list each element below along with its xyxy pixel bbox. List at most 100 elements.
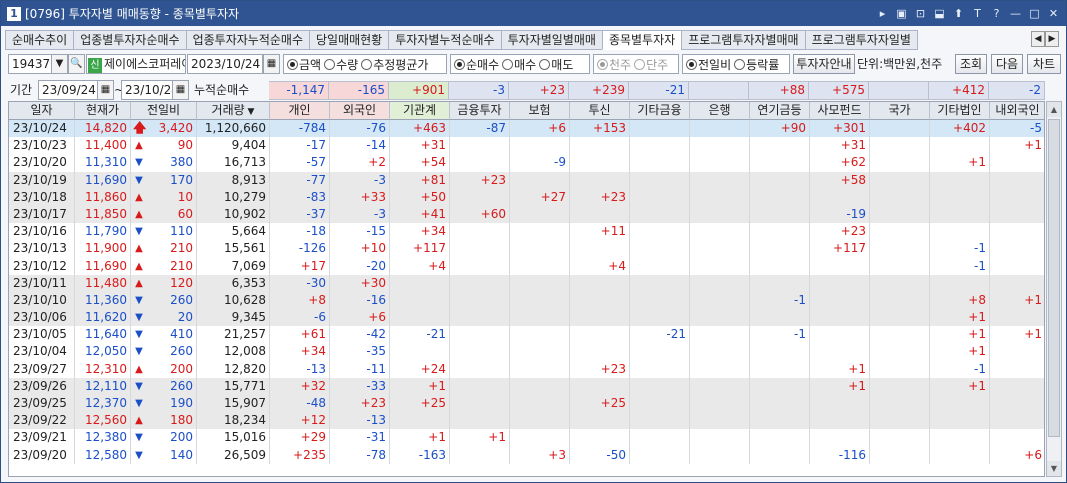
menu-icon[interactable]: ▸ bbox=[874, 5, 891, 22]
column-header[interactable]: 금융투자 bbox=[450, 102, 510, 120]
chart-button[interactable]: 차트 bbox=[1027, 54, 1061, 74]
scroll-down-icon[interactable]: ▼ bbox=[1047, 461, 1061, 476]
table-row[interactable]: 23/10/11 11,480 ▲ 120 6,353 -30 +30 bbox=[9, 274, 1044, 292]
tab-8[interactable]: 프로그램투자자별매매 bbox=[681, 30, 805, 50]
table-row[interactable]: 23/10/19 11,690 ▼ 170 8,913 -77 -3 +81 +23 +58 bbox=[9, 171, 1044, 189]
tab-4[interactable]: 당일매매현황 bbox=[308, 30, 389, 50]
period-to-calendar-icon[interactable]: ▦ bbox=[172, 80, 189, 100]
tab-5[interactable]: 투자자별누적순매수 bbox=[388, 30, 501, 50]
column-header[interactable]: 기관계 bbox=[390, 102, 450, 120]
table-row[interactable]: 23/09/27 12,310 ▲ 200 12,820 -13 -11 +24 +23 +1 -1 bbox=[9, 360, 1044, 378]
column-header[interactable]: 사모펀드 bbox=[810, 102, 870, 120]
change-value: 200 bbox=[170, 361, 193, 376]
search-icon[interactable]: 🔍 bbox=[68, 54, 85, 74]
tab-1[interactable]: 순매수추이 bbox=[5, 30, 74, 50]
scroll-up-icon[interactable]: ▲ bbox=[1047, 102, 1061, 117]
table-row[interactable]: 23/10/18 11,860 ▲ 10 10,279 -83 +33 +50 +27 +23 bbox=[9, 188, 1044, 206]
change-radio-2[interactable]: 등락률 bbox=[734, 56, 779, 73]
table-row[interactable]: 23/10/17 11,850 ▲ 60 10,902 -37 -3 +41 +60 -19 bbox=[9, 205, 1044, 224]
change-radio-1[interactable]: 전일비 bbox=[686, 56, 731, 73]
tab-2[interactable]: 업종별투자자순매수 bbox=[73, 30, 186, 50]
column-header[interactable]: 전일비 bbox=[131, 102, 197, 120]
change-cell: ▲ 200 bbox=[131, 360, 197, 378]
summary-cell: +23 bbox=[509, 81, 569, 100]
column-header[interactable]: 국가 bbox=[870, 102, 930, 120]
investor-trade-table[interactable]: 일자 현재가 전일비 거래량 ▼ 개인 외국인 기관계 금융투자 보험 투신 기타금융 은행 연기금등 사… bbox=[8, 101, 1045, 477]
unit-label: 단위:백만원,천주 bbox=[857, 57, 943, 71]
column-header[interactable]: 외국인 bbox=[330, 102, 390, 120]
change-cell: ▼ 260 bbox=[131, 291, 197, 310]
layout-icon[interactable]: ▣ bbox=[893, 5, 910, 22]
period-to-input[interactable]: 23/10/24 bbox=[121, 80, 173, 100]
scroll-thumb[interactable] bbox=[1048, 119, 1060, 437]
unit-radio-1[interactable]: 금액 bbox=[287, 56, 321, 73]
vertical-scrollbar[interactable]: ▲ ▼ bbox=[1046, 101, 1062, 477]
pin-icon[interactable]: ⬆ bbox=[950, 5, 967, 22]
stock-code-input[interactable]: 194370 bbox=[8, 54, 54, 74]
split-icon[interactable]: ⬓ bbox=[931, 5, 948, 22]
table-row[interactable]: 23/10/05 11,640 ▼ 410 21,257 +61 -42 -21 -21 -1 +1… bbox=[9, 326, 1044, 344]
up-triangle-icon: ▲ bbox=[135, 415, 143, 427]
table-row[interactable]: 23/10/13 11,900 ▲ 210 15,561 -126 +10 +117 +117-… bbox=[9, 240, 1044, 258]
column-header[interactable]: 일자 bbox=[9, 102, 75, 120]
volume-cell: 18,234 bbox=[197, 412, 270, 430]
sort-desc-icon[interactable]: ▼ bbox=[245, 107, 255, 117]
investor-value-cell: -13 bbox=[270, 360, 330, 378]
maximize-icon[interactable]: □ bbox=[1026, 5, 1043, 22]
stock-code-dropdown-icon[interactable]: ▼ bbox=[51, 54, 68, 74]
tab-3[interactable]: 업종투자자누적순매수 bbox=[185, 30, 309, 50]
table-row[interactable]: 23/10/16 11,790 ▼ 110 5,664 -18 -15 +34 +11 +23 bbox=[9, 223, 1044, 241]
unit-radio-3[interactable]: 추정평균가 bbox=[361, 56, 428, 73]
font-icon[interactable]: T bbox=[969, 5, 986, 22]
share-radio-1[interactable]: 천주 bbox=[597, 56, 631, 73]
tab-7[interactable]: 종목별투자자 bbox=[601, 30, 682, 50]
table-row[interactable]: 23/09/21 12,380 ▼ 200 15,016 +29 -31 +1 +1 bbox=[9, 429, 1044, 447]
column-header[interactable]: 보험 bbox=[510, 102, 570, 120]
tab-prev-icon[interactable]: ◀ bbox=[1031, 31, 1045, 47]
table-row[interactable]: 23/10/06 11,620 ▼ 20 9,345 -6 +6 +1 bbox=[9, 309, 1044, 327]
share-radio-2[interactable]: 단주 bbox=[634, 56, 668, 73]
tab-9[interactable]: 프로그램투자자일별 bbox=[804, 30, 918, 50]
investor-value-cell bbox=[690, 205, 750, 224]
table-row[interactable]: 23/10/23 11,400 ▲ 90 9,404 -17 -14 +31 +31 +1 bbox=[9, 137, 1044, 155]
close-icon[interactable]: ✕ bbox=[1045, 5, 1062, 22]
table-row[interactable]: 23/10/24 14,820 🡅 3,420 1,120,660 -784 -76 +463… bbox=[9, 120, 1044, 138]
next-button[interactable]: 다음 bbox=[991, 54, 1023, 74]
query-date-input[interactable]: 2023/10/24 bbox=[187, 54, 263, 74]
table-row[interactable]: 23/10/20 11,310 ▼ 380 16,713 -57 +2 +54 -9 +62 +1 bbox=[9, 154, 1044, 172]
column-header[interactable]: 내외국인 bbox=[990, 102, 1044, 120]
tab-next-icon[interactable]: ▶ bbox=[1045, 31, 1059, 47]
period-from-input[interactable]: 23/09/24 bbox=[38, 80, 98, 100]
column-header[interactable]: 투신 bbox=[570, 102, 630, 120]
table-row[interactable]: 23/09/22 12,560 ▲ 180 18,234 +12 -13 bbox=[9, 412, 1044, 430]
table-row[interactable]: 23/10/10 11,360 ▼ 260 10,628 +8 -16 -1 +8 +1 bbox=[9, 291, 1044, 310]
tab-6[interactable]: 투자자별일별매매 bbox=[500, 30, 602, 50]
table-row[interactable]: 23/10/12 11,690 ▲ 210 7,069 +17 -20 +4 +4 -1 bbox=[9, 257, 1044, 275]
column-header[interactable]: 거래량 ▼ bbox=[197, 102, 270, 120]
column-header[interactable]: 기타법인 bbox=[930, 102, 990, 120]
column-header[interactable]: 개인 bbox=[270, 102, 330, 120]
calendar-icon[interactable]: ▦ bbox=[263, 54, 280, 74]
minimize-icon[interactable]: — bbox=[1007, 5, 1024, 22]
table-row[interactable]: 23/10/04 12,050 ▼ 260 12,008 +34 -35 +1 bbox=[9, 343, 1044, 361]
trade-radio-3[interactable]: 매도 bbox=[539, 56, 573, 73]
date-cell: 23/09/26 bbox=[9, 377, 75, 395]
column-header[interactable]: 현재가 bbox=[75, 102, 131, 120]
help-icon[interactable]: ? bbox=[988, 5, 1005, 22]
column-header[interactable]: 연기금등 bbox=[750, 102, 810, 120]
investor-value-cell bbox=[690, 309, 750, 327]
query-button[interactable]: 조회 bbox=[955, 54, 987, 74]
trade-radio-1[interactable]: 순매수 bbox=[454, 56, 499, 73]
unit-radio-2[interactable]: 수량 bbox=[324, 56, 358, 73]
column-header[interactable]: 기타금융 bbox=[630, 102, 690, 120]
period-from-calendar-icon[interactable]: ▦ bbox=[97, 80, 114, 100]
price-cell: 12,560 bbox=[75, 412, 131, 430]
column-header[interactable]: 은행 bbox=[690, 102, 750, 120]
table-row[interactable]: 23/09/26 12,110 ▼ 260 15,771 +32 -33 +1 +1 +1 bbox=[9, 377, 1044, 395]
table-row[interactable]: 23/09/25 12,370 ▼ 190 15,907 -48 +23 +25 +25 bbox=[9, 395, 1044, 413]
trade-radio-2[interactable]: 매수 bbox=[502, 56, 536, 73]
restore-view-icon[interactable]: ⊡ bbox=[912, 5, 929, 22]
investor-guide-button[interactable]: 투자자안내 bbox=[793, 54, 855, 74]
table-row[interactable]: 23/09/20 12,580 ▼ 140 26,509 +235 -78 -163 +3 -50… bbox=[9, 446, 1044, 464]
investor-value-cell bbox=[690, 360, 750, 378]
